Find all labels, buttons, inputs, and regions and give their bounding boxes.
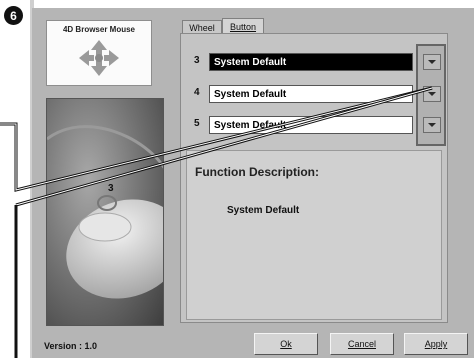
function-description-title: Function Description: — [195, 165, 319, 179]
logo-panel: 4D Browser Mouse — [46, 20, 152, 86]
mouse-image: 3 — [46, 98, 164, 326]
four-way-arrows-icon — [79, 40, 119, 76]
row-number-5: 5 — [194, 118, 200, 129]
mouse-photo — [47, 99, 163, 325]
tab-wheel-label: Wheel — [189, 22, 215, 33]
function-description-box: Function Description: System Default — [186, 150, 442, 320]
version-label: Version : 1.0 — [44, 341, 98, 351]
tab-wheel[interactable]: Wheel — [182, 20, 222, 34]
button-4-value: System Default — [214, 88, 287, 100]
cancel-button-label: Cancel — [347, 339, 376, 349]
ok-button-label: Ok — [280, 339, 292, 349]
cancel-button[interactable]: Cancel — [330, 333, 394, 355]
tab-button[interactable]: Button — [222, 18, 264, 34]
logo-title: 4D Browser Mouse — [62, 25, 136, 34]
function-description-text: System Default — [227, 205, 300, 216]
button-5-value: System Default — [214, 119, 287, 131]
ok-button[interactable]: Ok — [254, 333, 318, 355]
row-number-3: 3 — [194, 55, 200, 66]
step-number-badge: 6 — [4, 6, 23, 25]
button-3-value: System Default — [214, 56, 287, 68]
apply-button-label: Apply — [424, 339, 448, 349]
apply-button[interactable]: Apply — [404, 333, 468, 355]
button-3-select[interactable]: System Default — [209, 53, 413, 71]
button-5-select[interactable]: System Default — [209, 116, 413, 134]
button-number-label: 3 — [108, 183, 114, 194]
tab-button-label: Button — [229, 21, 257, 32]
dropdown-buttons-highlight — [416, 44, 446, 146]
button-4-select[interactable]: System Default — [209, 85, 413, 103]
row-number-4: 4 — [194, 87, 200, 98]
